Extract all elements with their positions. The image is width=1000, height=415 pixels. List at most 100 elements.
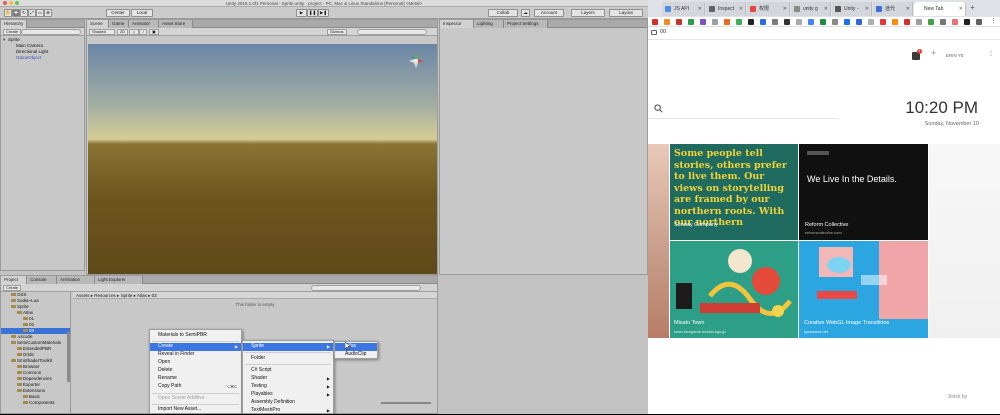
extension-black-icon[interactable]: [748, 19, 754, 25]
window-minimize-icon[interactable]: [9, 1, 13, 5]
tab-permissions[interactable]: 权限 ✕: [747, 2, 790, 16]
extension-red-icon[interactable]: [652, 19, 658, 25]
menu-import-new-asset[interactable]: Import New Asset...: [150, 406, 241, 414]
lighting-toggle-icon[interactable]: ☼: [129, 29, 139, 35]
extension-orange-icon[interactable]: [664, 19, 670, 25]
move-tool-icon[interactable]: ✚: [12, 9, 20, 17]
tab-project[interactable]: Project: [1, 276, 27, 284]
tab-close-icon[interactable]: ✕: [906, 2, 910, 16]
hierarchy-search-input[interactable]: [21, 29, 81, 35]
tab-game[interactable]: Game: [109, 20, 129, 28]
tab-close-icon[interactable]: ✕: [739, 2, 743, 16]
tab-animator[interactable]: Animator: [129, 20, 159, 28]
breadcrumb-atlas[interactable]: Atlas: [137, 293, 147, 298]
layout-dropdown[interactable]: Layout: [609, 9, 643, 17]
window-zoom-icon[interactable]: [15, 1, 19, 5]
photo-credit[interactable]: Stock by: [948, 394, 967, 400]
add-shortcut-plus-icon[interactable]: +: [931, 48, 936, 58]
tab-unity-g[interactable]: unity g ✕: [791, 2, 831, 16]
extension-green-icon[interactable]: [736, 19, 742, 25]
asset-size-slider[interactable]: [381, 402, 431, 404]
menu-create-playables[interactable]: Playables ▶: [243, 391, 333, 399]
card-partial-right[interactable]: [929, 144, 1000, 338]
menu-rename[interactable]: Rename: [150, 375, 241, 383]
2d-mode-toggle[interactable]: 2D: [117, 29, 129, 35]
audio-toggle-icon[interactable]: ♪: [139, 29, 147, 35]
extension-red-icon[interactable]: [880, 19, 886, 25]
project-create-button[interactable]: Create: [3, 285, 22, 291]
hierarchy-create-button[interactable]: Create: [3, 29, 22, 35]
tab-inspector[interactable]: Inspector: [440, 20, 474, 28]
extension-black-icon[interactable]: [964, 19, 970, 25]
tab-close-icon[interactable]: ✕: [824, 2, 828, 16]
extension-red-icon[interactable]: [676, 19, 682, 25]
window-close-icon[interactable]: [3, 1, 7, 5]
tab-project-settings[interactable]: Project Settings: [504, 20, 548, 28]
breadcrumb-03[interactable]: 03: [152, 293, 157, 298]
extension-gray-icon[interactable]: [976, 19, 982, 25]
rotate-tool-icon[interactable]: ↻: [20, 9, 28, 17]
menu-sprite-atlas[interactable]: Atlas: [335, 343, 377, 351]
tab-lighting[interactable]: Lighting: [474, 20, 504, 28]
search-icon[interactable]: [654, 104, 663, 113]
extension-blue-icon[interactable]: [844, 19, 850, 25]
menu-create-shader[interactable]: Shader ▶: [243, 375, 333, 383]
hand-tool-icon[interactable]: ✋: [4, 9, 12, 17]
extension-gray-icon[interactable]: [916, 19, 922, 25]
menu-delete[interactable]: Delete: [150, 367, 241, 375]
menu-create-folder[interactable]: Folder: [243, 355, 333, 363]
effects-toggle-icon[interactable]: ▣: [149, 29, 159, 35]
tab-close-icon[interactable]: ✕: [959, 2, 963, 16]
card-partial-left[interactable]: [648, 144, 669, 338]
extension-blue-icon[interactable]: [808, 19, 814, 25]
new-tab-plus-icon[interactable]: +: [970, 3, 975, 12]
menu-create-testing[interactable]: Testing ▶: [243, 383, 333, 391]
extension-gray-icon[interactable]: [772, 19, 778, 25]
tab-animation[interactable]: Animation: [57, 276, 95, 284]
transform-tool-icon[interactable]: ⊕: [44, 9, 52, 17]
tab-inspect[interactable]: Inspect ✕: [706, 2, 746, 16]
menu-copy-path[interactable]: Copy Path ⌥⌘C: [150, 383, 241, 391]
breadcrumb-resources[interactable]: Resources: [94, 293, 116, 298]
extension-red-icon[interactable]: [952, 19, 958, 25]
shading-mode-dropdown[interactable]: Shaded: [89, 29, 115, 35]
extension-gray-icon[interactable]: [832, 19, 838, 25]
tab-light-explorer[interactable]: Light Explorer: [95, 276, 143, 284]
tab-hierarchy[interactable]: Hierarchy: [1, 20, 28, 28]
menu-open[interactable]: Open: [150, 359, 241, 367]
scene-search-input[interactable]: [357, 29, 427, 35]
card-misato-town[interactable]: Misato Town town.zkmgame.misato.kgo.jp: [670, 241, 798, 338]
extension-black-icon[interactable]: [784, 19, 790, 25]
layers-dropdown[interactable]: Layers: [571, 9, 605, 17]
extension-orange-icon[interactable]: [892, 19, 898, 25]
tab-asset-store[interactable]: Asset Store: [159, 20, 193, 28]
tab-migration[interactable]: 迷代 ✕: [873, 2, 913, 16]
tab-close-icon[interactable]: ✕: [783, 2, 787, 16]
tab-scene[interactable]: Scene: [87, 20, 109, 28]
tab-new-tab[interactable]: New Tab ✕: [914, 2, 966, 16]
pivot-toggle[interactable]: Center: [106, 9, 130, 17]
tree-scrollbar[interactable]: [67, 332, 70, 382]
gizmos-dropdown[interactable]: Gizmos: [327, 29, 347, 35]
folder-components[interactable]: Components: [23, 400, 55, 406]
extension-green-icon[interactable]: [688, 19, 694, 25]
extension-gray-icon[interactable]: [868, 19, 874, 25]
hierarchy-item-gameobject[interactable]: GameObject: [11, 55, 41, 61]
extension-red-icon[interactable]: [904, 19, 910, 25]
card-sunday-company[interactable]: Some people tell stories, others prefer …: [670, 144, 798, 240]
breadcrumb-assets[interactable]: Assets: [76, 293, 90, 298]
space-toggle[interactable]: Local: [131, 9, 153, 17]
extension-gray-icon[interactable]: [940, 19, 946, 25]
extension-gray-icon[interactable]: [712, 19, 718, 25]
tab-console[interactable]: Console: [27, 276, 57, 284]
menu-materials-to-semipbr[interactable]: Materials to SemiPBR: [150, 332, 241, 340]
user-label[interactable]: ERIN YE: [946, 53, 964, 58]
cloud-icon[interactable]: ☁: [521, 9, 530, 17]
extension-gray-icon[interactable]: [796, 19, 802, 25]
scale-tool-icon[interactable]: ⤢: [28, 9, 36, 17]
card-webgl-transitions[interactable]: Creative WebGL Image Transitions tympanu…: [799, 241, 928, 338]
rect-tool-icon[interactable]: ▭: [36, 9, 44, 17]
play-button[interactable]: ▶: [296, 9, 307, 17]
bookmark-folder-label[interactable]: 00: [660, 29, 666, 35]
step-button[interactable]: ▶❚: [318, 9, 329, 17]
